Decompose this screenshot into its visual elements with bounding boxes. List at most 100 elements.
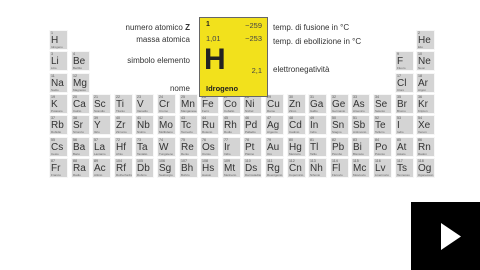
element-cell-tl[interactable]: 81 Tl Tallio	[308, 137, 327, 157]
legend-atomic-number-text: numero atomico	[125, 23, 186, 32]
element-cell-ts[interactable]: 117 Ts Tennesso	[395, 158, 414, 178]
element-cell-co[interactable]: 27 Co Cobalto	[222, 94, 241, 114]
element-cell-fl[interactable]: 114 Fl Flerovio	[330, 158, 349, 178]
element-cell-sc[interactable]: 21 Sc Scandio	[92, 94, 111, 114]
element-cell-po[interactable]: 84 Po Polonio	[373, 137, 392, 157]
element-cell-ar[interactable]: 18 Ar Argon	[416, 73, 435, 93]
element-cell-rn[interactable]: 86 Rn Radon	[416, 137, 435, 157]
element-cell-cu[interactable]: 29 Cu Rame	[265, 94, 284, 114]
element-cell-ta[interactable]: 73 Ta Tantalio	[135, 137, 154, 157]
element-cell-tc[interactable]: 43 Tc Tecnezio	[179, 115, 198, 135]
element-cell-pd[interactable]: 46 Pd Palladio	[243, 115, 262, 135]
element-cell-rf[interactable]: 104 Rf Rutherfordio	[114, 158, 133, 178]
element-cell-ra[interactable]: 88 Ra Radio	[71, 158, 90, 178]
element-cell-ca[interactable]: 20 Ca Calcio	[71, 94, 90, 114]
element-cell-as[interactable]: 33 As Arsenico	[351, 94, 370, 114]
element-cell-f[interactable]: 9 F Fluoro	[395, 51, 414, 71]
element-name: Sodio	[51, 88, 59, 92]
element-cell-ga[interactable]: 31 Ga Gallio	[308, 94, 327, 114]
element-cell-ne[interactable]: 10 Ne Neon	[416, 51, 435, 71]
element-cell-mo[interactable]: 42 Mo Molibdeno	[157, 115, 176, 135]
element-cell-y[interactable]: 39 Y Ittrio	[92, 115, 111, 135]
element-cell-ni[interactable]: 28 Ni Nichel	[243, 94, 262, 114]
element-cell-fr[interactable]: 87 Fr Francio	[49, 158, 68, 178]
element-cell-w[interactable]: 74 W Tungsteno	[157, 137, 176, 157]
legend-atomic-mass-label: massa atomica	[136, 35, 190, 44]
element-name: Tantalio	[137, 152, 148, 156]
element-name: Stagno	[332, 130, 342, 134]
element-cell-rh[interactable]: 45 Rh Rodio	[222, 115, 241, 135]
element-name: Astato	[397, 152, 406, 156]
element-cell-os[interactable]: 76 Os Osmio	[200, 137, 219, 157]
element-cell-cn[interactable]: 112 Cn Copernicio	[287, 158, 306, 178]
element-name: Litio	[51, 66, 57, 70]
element-cell-ti[interactable]: 22 Ti Titanio	[114, 94, 133, 114]
element-cell-in[interactable]: 49 In Indio	[308, 115, 327, 135]
element-cell-bi[interactable]: 83 Bi Bismuto	[351, 137, 370, 157]
element-cell-og[interactable]: 118 Og Oganesson	[416, 158, 435, 178]
element-cell-nh[interactable]: 113 Nh Nihonio	[308, 158, 327, 178]
element-cell-i[interactable]: 53 I Iodio	[395, 115, 414, 135]
element-cell-mn[interactable]: 25 Mn Manganese	[179, 94, 198, 114]
element-cell-re[interactable]: 75 Re Renio	[179, 137, 198, 157]
key-symbol: H	[204, 43, 226, 76]
element-cell-k[interactable]: 19 K Potassio	[49, 94, 68, 114]
element-cell-te[interactable]: 52 Te Tellurio	[373, 115, 392, 135]
element-cell-cd[interactable]: 48 Cd Cadmio	[287, 115, 306, 135]
element-cell-mc[interactable]: 115 Mc Moscovio	[351, 158, 370, 178]
element-cell-v[interactable]: 23 V Vanadio	[135, 94, 154, 114]
element-cell-ds[interactable]: 110 Ds Darmstadtio	[243, 158, 262, 178]
element-cell-zr[interactable]: 40 Zr Zirconio	[114, 115, 133, 135]
element-cell-pb[interactable]: 82 Pb Piombo	[330, 137, 349, 157]
element-cell-sr[interactable]: 38 Sr Stronzio	[71, 115, 90, 135]
element-cell-pt[interactable]: 78 Pt Platino	[243, 137, 262, 157]
element-cell-sb[interactable]: 51 Sb Antimonio	[351, 115, 370, 135]
element-cell-rb[interactable]: 37 Rb Rubidio	[49, 115, 68, 135]
element-cell-hg[interactable]: 80 Hg Mercurio	[287, 137, 306, 157]
element-cell-cs[interactable]: 55 Cs Cesio	[49, 137, 68, 157]
element-cell-kr[interactable]: 36 Kr Kripton	[416, 94, 435, 114]
element-cell-li[interactable]: 3 Li Litio	[49, 51, 68, 71]
element-name: Zinco	[289, 109, 297, 113]
element-cell-lv[interactable]: 116 Lv Livermorio	[373, 158, 392, 178]
element-cell-au[interactable]: 79 Au Oro	[265, 137, 284, 157]
element-cell-nb[interactable]: 41 Nb Niobio	[135, 115, 154, 135]
element-cell-sn[interactable]: 50 Sn Stagno	[330, 115, 349, 135]
element-name: Livermorio	[375, 173, 390, 177]
element-cell-ge[interactable]: 32 Ge Germanio	[330, 94, 349, 114]
element-cell-la[interactable]: 57 La Lantanio	[92, 137, 111, 157]
element-name: Cromo	[159, 109, 169, 113]
element-cell-ag[interactable]: 47 Ag Argento	[265, 115, 284, 135]
play-button[interactable]	[411, 202, 480, 270]
element-cell-se[interactable]: 34 Se Selenio	[373, 94, 392, 114]
element-cell-mg[interactable]: 12 Mg Magnesio	[71, 73, 90, 93]
element-cell-ir[interactable]: 77 Ir Iridio	[222, 137, 241, 157]
element-name: Rubidio	[51, 130, 62, 134]
element-cell-ba[interactable]: 56 Ba Bario	[71, 137, 90, 157]
element-cell-be[interactable]: 4 Be Berillio	[71, 51, 90, 71]
element-cell-na[interactable]: 11 Na Sodio	[49, 73, 68, 93]
element-cell-zn[interactable]: 30 Zn Zinco	[287, 94, 306, 114]
element-cell-db[interactable]: 105 Db Dubnio	[135, 158, 154, 178]
element-cell-at[interactable]: 85 At Astato	[395, 137, 414, 157]
key-boiling-point: −253	[245, 34, 262, 43]
element-cell-bh[interactable]: 107 Bh Bohrio	[179, 158, 198, 178]
element-name: Cadmio	[289, 130, 300, 134]
element-cell-fe[interactable]: 26 Fe Ferro	[200, 94, 219, 114]
element-cell-ac[interactable]: 89 Ac Attinio	[92, 158, 111, 178]
element-cell-he[interactable]: 2 He Elio	[416, 30, 435, 50]
element-cell-br[interactable]: 35 Br Bromo	[395, 94, 414, 114]
key-melting-point: −259	[245, 21, 262, 30]
element-cell-sg[interactable]: 106 Sg Seaborgio	[157, 158, 176, 178]
element-cell-cr[interactable]: 24 Cr Cromo	[157, 94, 176, 114]
element-cell-rg[interactable]: 111 Rg Roentgenio	[265, 158, 284, 178]
element-cell-cl[interactable]: 17 Cl Cloro	[395, 73, 414, 93]
element-name: Tellurio	[375, 130, 385, 134]
element-cell-h[interactable]: 1 H Idrogeno	[49, 30, 68, 50]
element-cell-xe[interactable]: 54 Xe Xenon	[416, 115, 435, 135]
element-cell-hf[interactable]: 72 Hf Afnio	[114, 137, 133, 157]
element-cell-hs[interactable]: 108 Hs Hassio	[200, 158, 219, 178]
element-cell-ru[interactable]: 44 Ru Rutenio	[200, 115, 219, 135]
element-name: Bario	[73, 152, 81, 156]
element-cell-mt[interactable]: 109 Mt Meitnerio	[222, 158, 241, 178]
